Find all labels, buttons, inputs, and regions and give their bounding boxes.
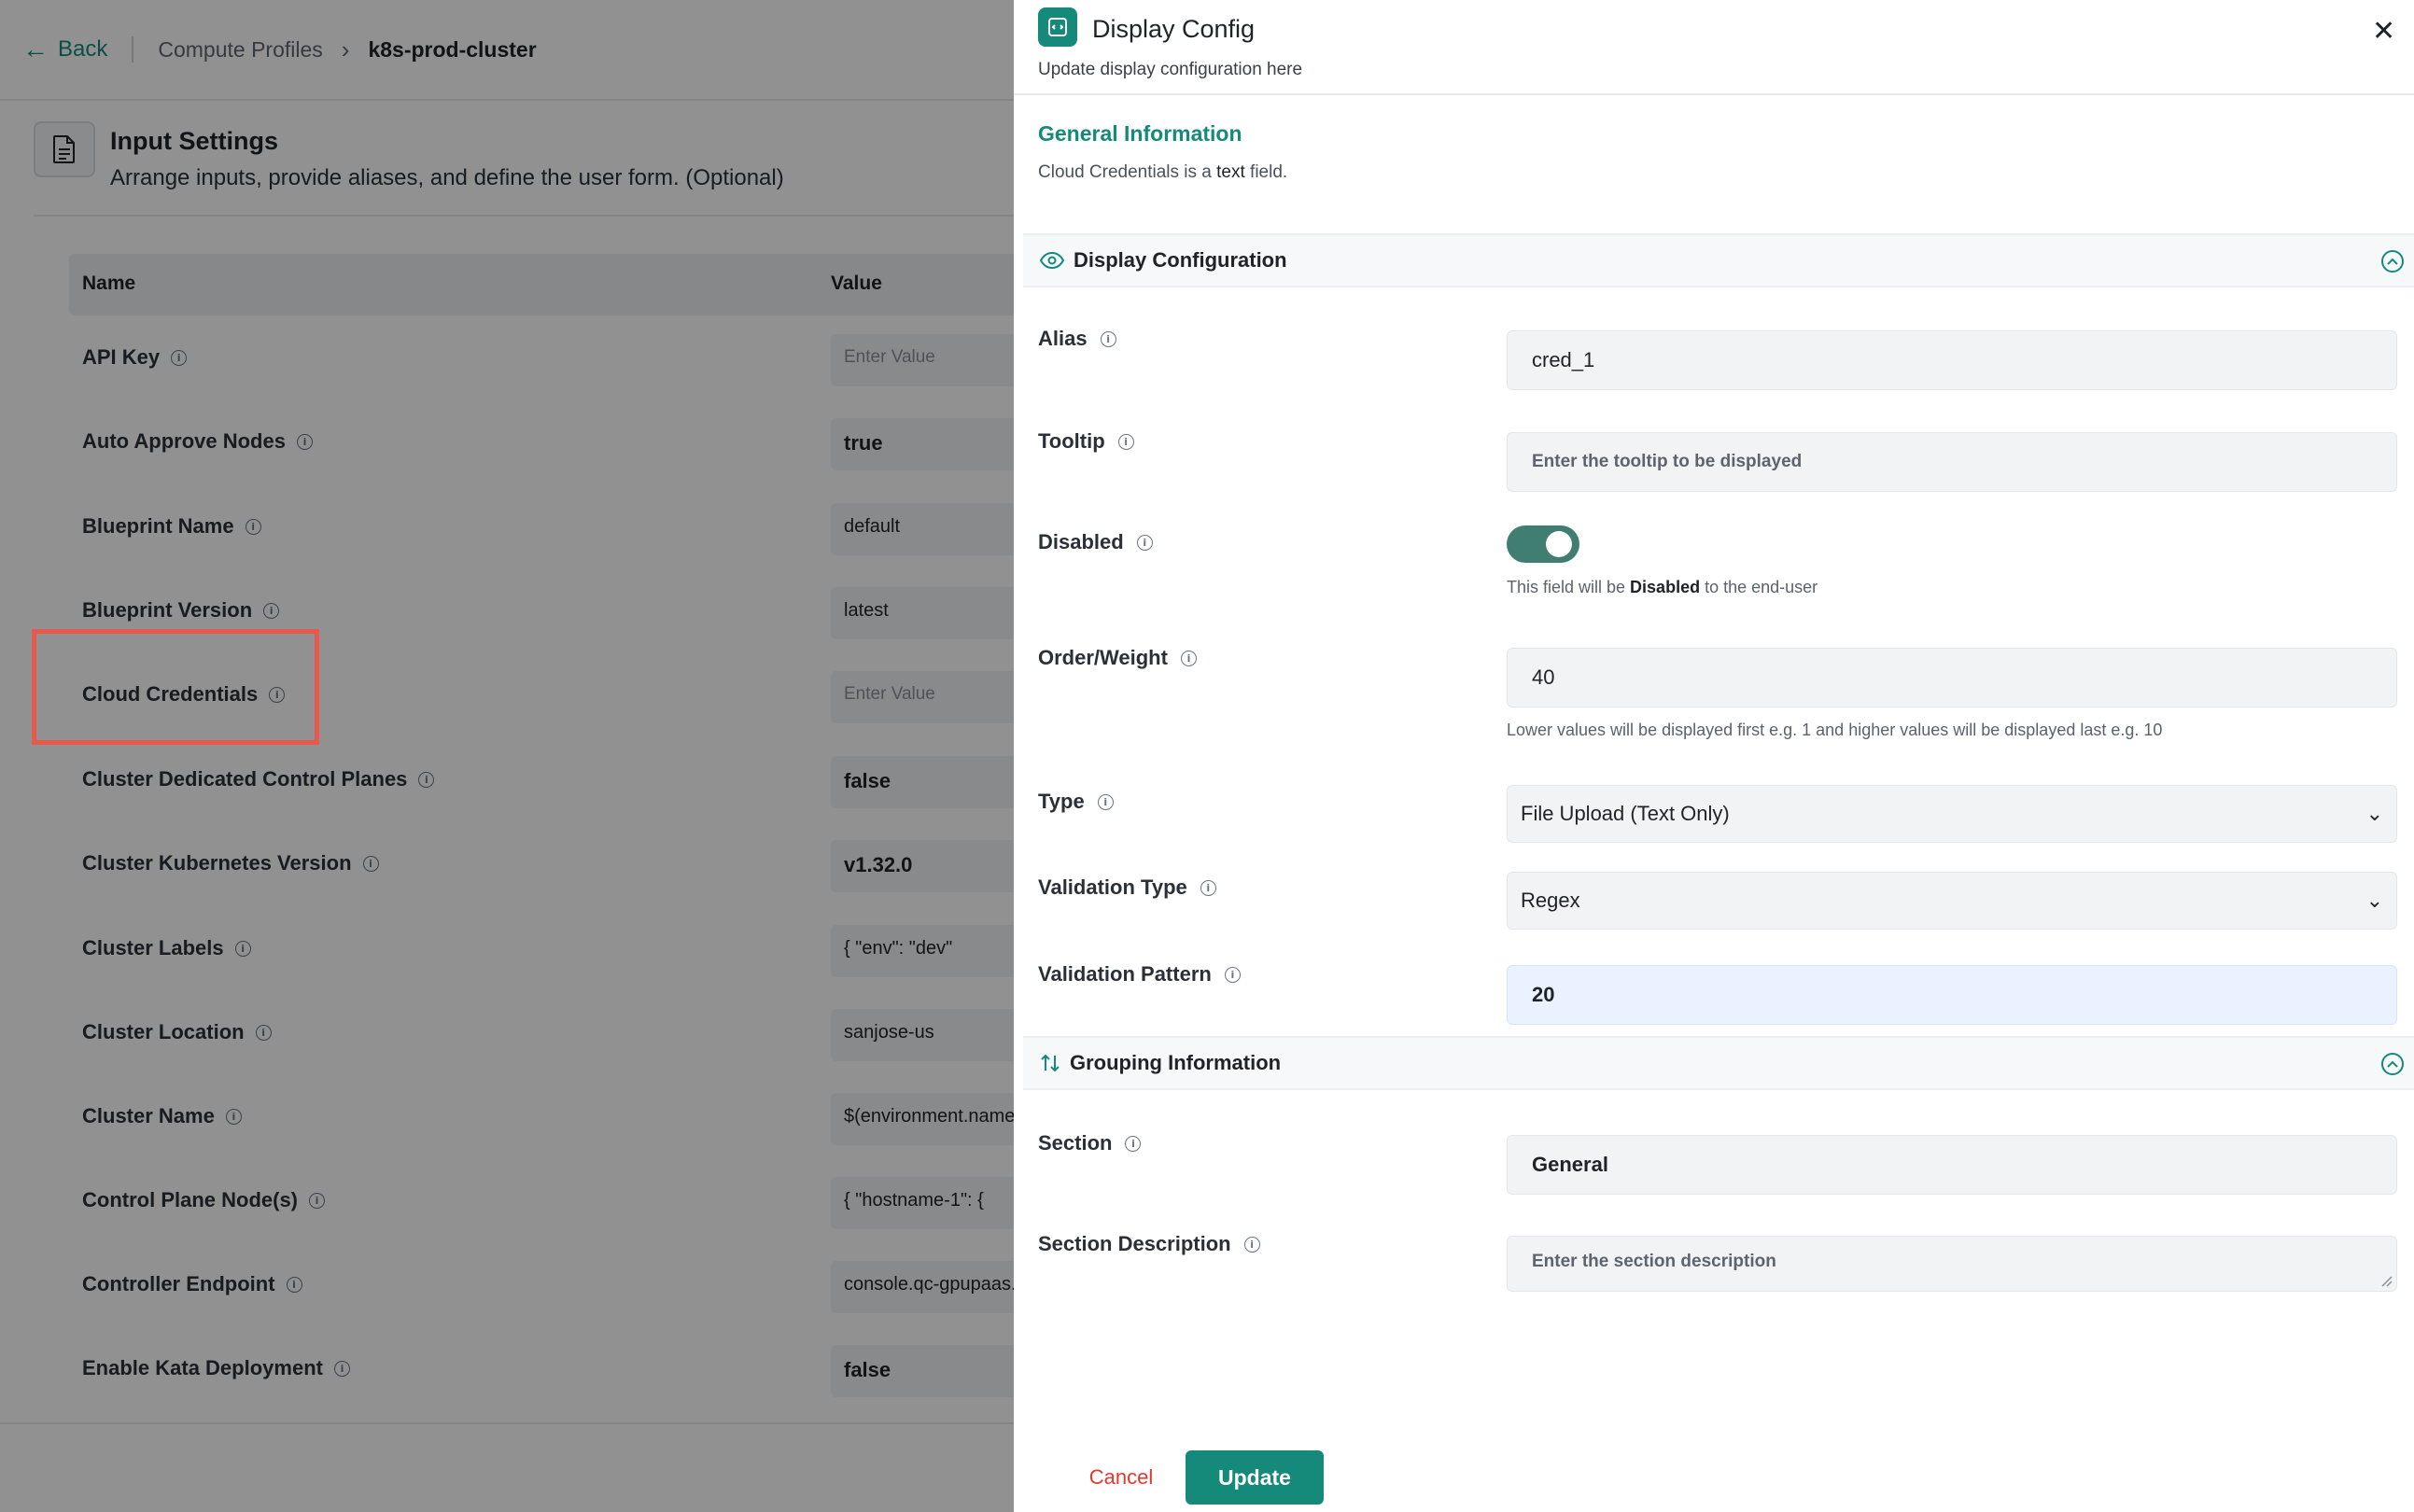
alias-input[interactable]: cred_1 [1507, 330, 2397, 390]
display-config-drawer: Display Config Update display configurat… [1014, 0, 2414, 1512]
validation-pattern-label: Validation Pattern i [1038, 962, 1241, 987]
info-icon[interactable]: i [1100, 330, 1116, 347]
validation-pattern-input[interactable]: 20 [1507, 965, 2397, 1025]
section-description-label-text: Section Description [1038, 1232, 1231, 1255]
section-description-textarea[interactable]: Enter the section description [1507, 1236, 2397, 1292]
highlight-annotation [32, 629, 319, 745]
display-config-icon [1038, 7, 1077, 47]
order-weight-input[interactable]: 40 [1507, 648, 2397, 707]
section-input[interactable]: General [1507, 1135, 2397, 1195]
grouping-information-section[interactable]: Grouping Information [1023, 1036, 2414, 1090]
validation-type-select[interactable]: Regex ⌄ [1507, 872, 2397, 930]
section-description-placeholder: Enter the section description [1532, 1252, 1776, 1271]
disabled-help-bold: Disabled [1630, 578, 1701, 596]
alias-label: Alias i [1038, 327, 1116, 351]
info-icon[interactable]: i [1097, 793, 1114, 810]
gi-field-name: Cloud Credentials [1038, 162, 1180, 182]
gi-sentence-end: field. [1244, 162, 1288, 182]
validation-type-label-text: Validation Type [1038, 875, 1187, 899]
resize-grip-icon[interactable] [2379, 1274, 2393, 1287]
section-label-text: Section [1038, 1131, 1113, 1155]
close-icon[interactable]: ✕ [2372, 15, 2395, 48]
disabled-help-prefix: This field will be [1507, 578, 1631, 596]
drawer-header: Display Config Update display configurat… [1014, 0, 2414, 95]
section-label: Section i [1038, 1131, 1142, 1155]
tooltip-label-text: Tooltip [1038, 429, 1105, 453]
info-icon[interactable]: i [1224, 966, 1241, 983]
gi-sentence-middle: is a [1179, 162, 1217, 182]
chevron-down-icon: ⌄ [2365, 802, 2383, 826]
info-icon[interactable]: i [1125, 1135, 1142, 1152]
sort-arrows-icon [1040, 1053, 1060, 1073]
disabled-label-text: Disabled [1038, 530, 1124, 553]
info-icon[interactable]: i [1117, 433, 1134, 450]
info-icon[interactable]: i [1200, 879, 1216, 896]
section-description-label: Section Description i [1038, 1232, 1260, 1256]
tooltip-label: Tooltip i [1038, 429, 1134, 454]
order-weight-label-text: Order/Weight [1038, 646, 1168, 669]
update-button[interactable]: Update [1186, 1450, 1324, 1505]
toggle-knob [1546, 531, 1572, 557]
order-weight-help: Lower values will be displayed first e.g… [1507, 721, 2163, 739]
tooltip-input[interactable]: Enter the tooltip to be displayed [1507, 432, 2397, 492]
disabled-toggle[interactable] [1507, 525, 1579, 563]
disabled-label: Disabled i [1038, 530, 1153, 554]
type-label-text: Type [1038, 790, 1085, 813]
cancel-button[interactable]: Cancel [1060, 1452, 1182, 1503]
order-weight-label: Order/Weight i [1038, 646, 1197, 670]
display-configuration-section[interactable]: Display Configuration [1023, 233, 2414, 287]
grouping-information-title: Grouping Information [1070, 1051, 1282, 1074]
validation-pattern-label-text: Validation Pattern [1038, 962, 1212, 986]
general-information-text: Cloud Credentials is a text field. [1038, 162, 1287, 183]
type-label: Type i [1038, 790, 1114, 814]
drawer-title: Display Config [1092, 15, 1256, 43]
display-configuration-title: Display Configuration [1074, 248, 1287, 272]
info-icon[interactable]: i [1243, 1236, 1260, 1253]
general-information-title: General Information [1038, 121, 1242, 146]
info-icon[interactable]: i [1136, 534, 1153, 551]
validation-type-value: Regex [1521, 889, 1580, 912]
alias-label-text: Alias [1038, 327, 1088, 350]
info-icon[interactable]: i [1180, 650, 1197, 666]
type-select-value: File Upload (Text Only) [1521, 802, 1730, 825]
drawer-subtitle: Update display configuration here [1038, 60, 1303, 79]
disabled-help-suffix: to the end-user [1700, 578, 1818, 596]
eye-icon [1040, 252, 1064, 269]
type-select[interactable]: File Upload (Text Only) ⌄ [1507, 785, 2397, 843]
validation-type-label: Validation Type i [1038, 875, 1216, 900]
chevron-up-circle-icon[interactable] [2381, 1053, 2404, 1075]
disabled-help: This field will be Disabled to the end-u… [1507, 578, 1818, 597]
gi-field-type: text [1216, 162, 1245, 182]
chevron-up-circle-icon[interactable] [2381, 250, 2404, 273]
chevron-down-icon: ⌄ [2365, 889, 2383, 913]
